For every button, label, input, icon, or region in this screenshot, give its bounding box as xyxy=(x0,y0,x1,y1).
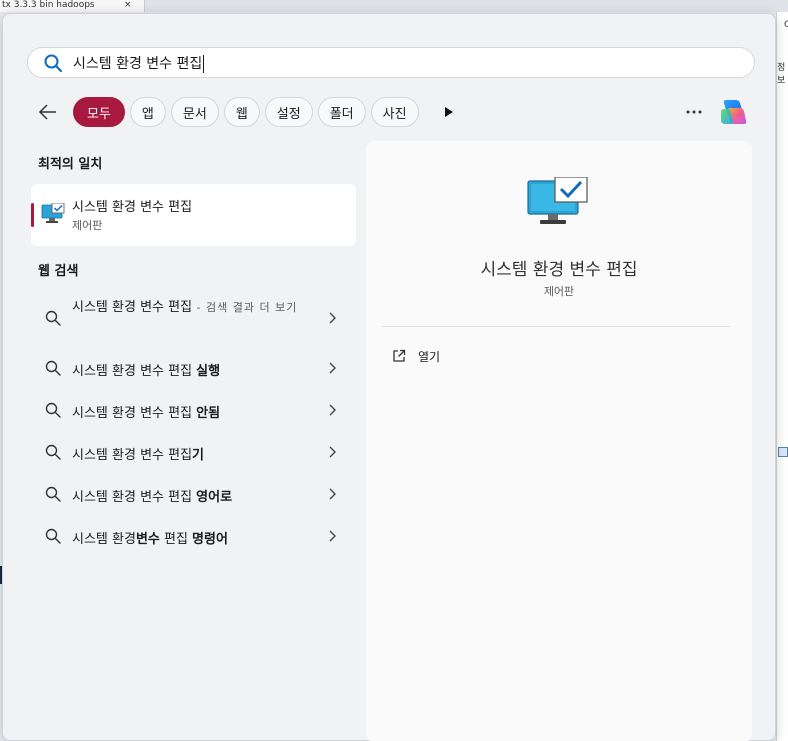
best-match-heading: 최적의 일치 xyxy=(38,157,103,172)
web-search-query: 시스템 환경 xyxy=(72,532,136,547)
web-search-query: 시스템 환경 변수 편집 xyxy=(72,300,193,315)
chevron-right-icon xyxy=(329,312,336,324)
web-search-item[interactable]: 시스템 환경 변수 편집기 xyxy=(31,432,356,472)
filter-chip-documents[interactable]: 문서 xyxy=(170,97,219,127)
chevron-right-icon xyxy=(329,404,336,416)
more-filters-button[interactable] xyxy=(434,97,464,127)
web-search-item[interactable]: 시스템 환경 변수 편집 - 검색 결과 더 보기 xyxy=(31,298,356,338)
web-search-item-text: 시스템 환경 변수 편집 실행 xyxy=(72,360,220,379)
search-query-text: 시스템 환경 변수 편집 xyxy=(73,53,205,73)
search-icon xyxy=(45,528,61,544)
background-tab-label: tx 3.3.3 bin hadoops xyxy=(2,0,95,10)
more-options-button[interactable] xyxy=(681,99,707,125)
web-search-hint: - 검색 결과 더 보기 xyxy=(192,301,298,314)
filter-chip-all[interactable]: 모두 xyxy=(73,97,125,127)
web-search-query: 시스템 환경 변수 편집 xyxy=(72,406,197,421)
chevron-right-icon xyxy=(329,488,336,500)
arrow-left-icon xyxy=(38,104,56,120)
open-action[interactable]: 열기 xyxy=(392,346,440,366)
web-search-item-text: 시스템 환경 변수 편집 영어로 xyxy=(72,486,232,505)
web-search-query-suffix: 편집 xyxy=(159,532,193,547)
background-marker xyxy=(778,447,788,457)
ellipsis-icon xyxy=(686,110,702,114)
chevron-right-icon xyxy=(329,530,336,542)
search-icon xyxy=(45,310,61,326)
web-search-query: 시스템 환경 변수 편집 xyxy=(72,448,193,463)
preview-subtitle: 제어판 xyxy=(543,285,575,298)
best-match-name: 시스템 환경 변수 편집 xyxy=(72,200,193,215)
open-external-icon xyxy=(393,349,406,362)
search-icon xyxy=(45,360,61,376)
web-search-suggestion: 기 xyxy=(192,448,205,463)
preview-title: 시스템 환경 변수 편집 xyxy=(480,260,638,280)
open-action-label: 열기 xyxy=(418,349,441,364)
web-search-query: 시스템 환경 변수 편집 xyxy=(72,364,197,379)
web-search-suggestion: 안됨 xyxy=(196,406,221,421)
web-search-item-text: 시스템 환경 변수 편집 안됨 xyxy=(72,402,220,421)
background-text-2: 정보 xyxy=(777,63,786,86)
web-search-suggestion: 영어로 xyxy=(196,490,233,505)
background-text-1: C xyxy=(784,20,788,30)
web-search-item[interactable]: 시스템 환경 변수 편집 영어로 xyxy=(31,474,356,514)
control-panel-monitor-icon xyxy=(527,177,588,224)
web-search-item-text: 시스템 환경 변수 편집 - 검색 결과 더 보기 xyxy=(72,298,312,318)
play-icon xyxy=(444,107,453,117)
background-tabbar: tx 3.3.3 bin hadoops × xyxy=(0,0,788,12)
filter-bar: 모두 앱 문서 웹 설정 폴더 사진 xyxy=(33,97,464,127)
web-search-item[interactable]: 시스템 환경 변수 편집 실행 xyxy=(31,348,356,388)
background-tab-close-icon[interactable]: × xyxy=(124,0,132,10)
chevron-right-icon xyxy=(329,446,336,458)
start-search-panel: 시스템 환경 변수 편집 모두 앱 문서 웹 설정 폴더 사진 최적의 일치 시… xyxy=(2,13,776,741)
copilot-icon[interactable] xyxy=(717,96,749,128)
search-icon xyxy=(45,402,61,418)
best-match-subtitle: 제어판 xyxy=(72,219,103,232)
filter-chip-web[interactable]: 웹 xyxy=(223,97,260,127)
search-query: 시스템 환경 변수 편집 xyxy=(73,55,203,72)
back-button[interactable] xyxy=(33,97,63,127)
web-search-query: 시스템 환경 변수 편집 xyxy=(72,490,197,505)
search-icon xyxy=(45,486,61,502)
filter-chip-folders[interactable]: 폴더 xyxy=(317,97,366,127)
web-search-item-text: 시스템 환경변수 편집 명령어 xyxy=(72,528,228,547)
divider xyxy=(382,326,730,327)
selection-indicator xyxy=(31,203,34,227)
filter-chip-photos[interactable]: 사진 xyxy=(370,97,419,127)
best-match-result[interactable]: 시스템 환경 변수 편집 제어판 xyxy=(31,184,356,246)
search-input[interactable]: 시스템 환경 변수 편집 xyxy=(27,47,755,78)
web-search-item-text: 시스템 환경 변수 편집기 xyxy=(72,444,204,463)
filter-chip-settings[interactable]: 설정 xyxy=(264,97,313,127)
web-search-suggestion: 실행 xyxy=(196,364,221,379)
text-caret xyxy=(203,54,205,73)
preview-pane: 시스템 환경 변수 편집 제어판 열기 xyxy=(366,141,752,741)
web-search-heading: 웹 검색 xyxy=(38,264,79,279)
web-search-item[interactable]: 시스템 환경변수 편집 명령어 xyxy=(31,516,356,556)
search-icon xyxy=(45,444,61,460)
web-search-suggestion: 변수 xyxy=(135,532,160,547)
chevron-right-icon xyxy=(329,362,336,374)
control-panel-monitor-icon xyxy=(41,203,65,223)
web-search-item[interactable]: 시스템 환경 변수 편집 안됨 xyxy=(31,390,356,430)
web-search-suggestion-2: 명령어 xyxy=(192,532,228,547)
search-icon xyxy=(44,54,63,72)
filter-chip-apps[interactable]: 앱 xyxy=(129,97,166,127)
background-window-edge xyxy=(776,12,788,741)
